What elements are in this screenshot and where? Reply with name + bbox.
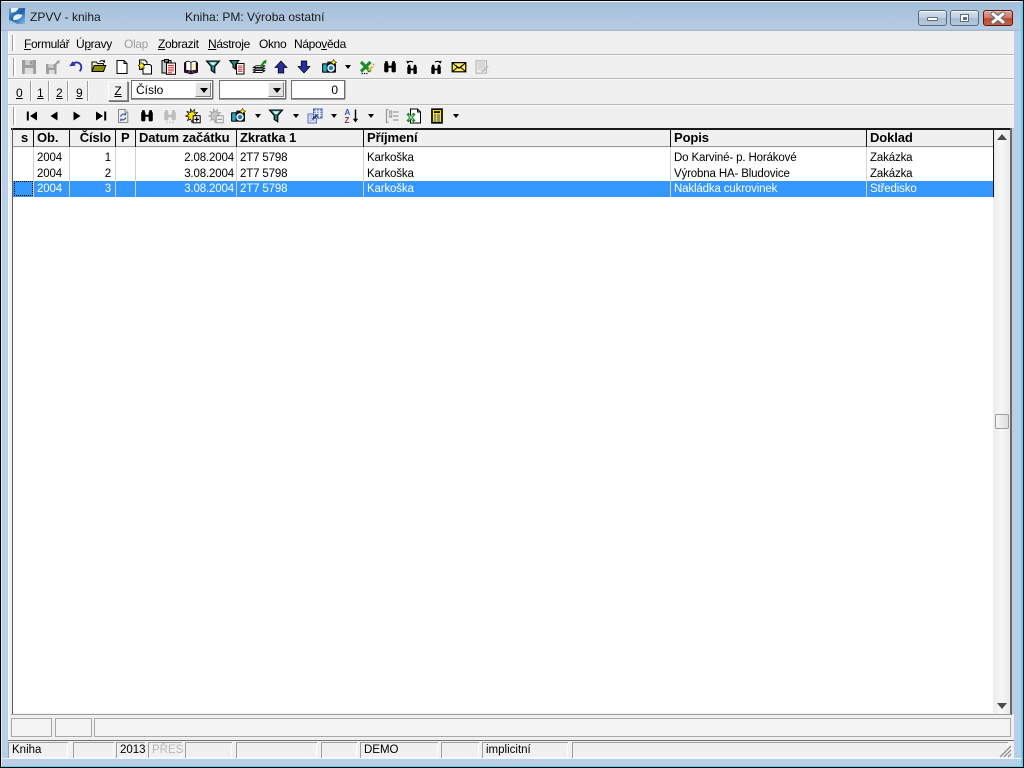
svg-text:Z: Z [345, 116, 350, 124]
